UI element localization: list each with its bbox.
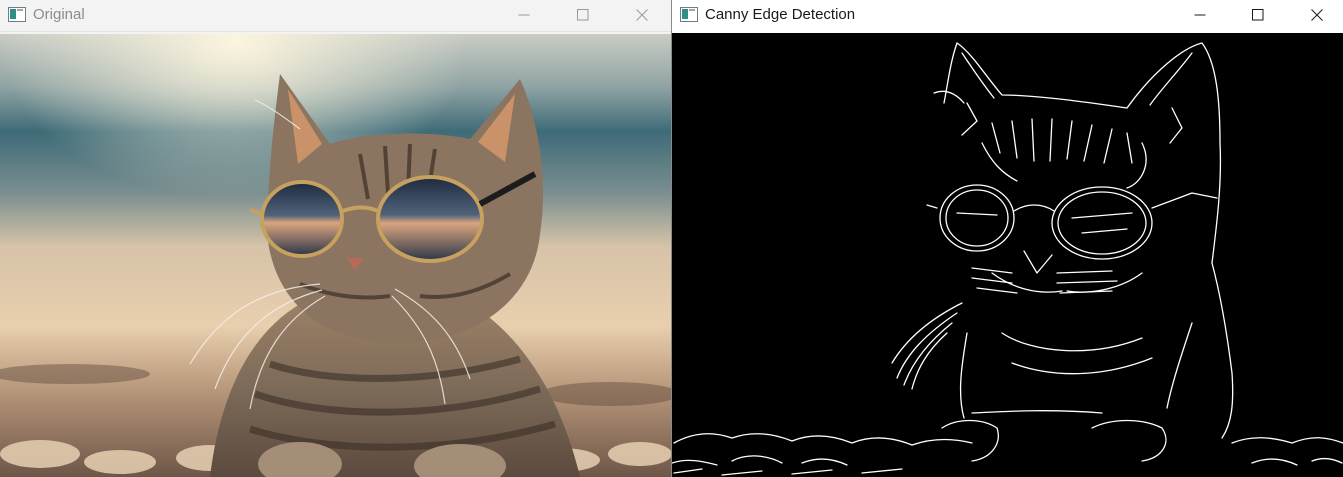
maximize-icon [1252, 9, 1264, 21]
canny-window: Canny Edge Detection [672, 0, 1343, 477]
maximize-icon [577, 9, 589, 21]
minimize-icon [1194, 14, 1206, 16]
minimize-button[interactable] [1177, 0, 1223, 30]
edge-map [672, 33, 1343, 477]
close-button[interactable] [619, 0, 665, 30]
canny-titlebar[interactable]: Canny Edge Detection [672, 0, 1343, 32]
window-title: Canny Edge Detection [705, 6, 856, 23]
minimize-button[interactable] [501, 0, 547, 30]
app-window-icon [8, 7, 26, 22]
edge-map-canvas [672, 33, 1343, 477]
close-icon [636, 9, 648, 21]
original-image-canvas [0, 34, 671, 477]
original-window: Original [0, 0, 671, 477]
maximize-button[interactable] [560, 0, 606, 30]
close-icon [1311, 9, 1323, 21]
cat-photo [0, 34, 671, 477]
window-title: Original [33, 6, 85, 23]
maximize-button[interactable] [1235, 0, 1281, 30]
minimize-icon [518, 14, 530, 16]
close-button[interactable] [1294, 0, 1340, 30]
app-window-icon [680, 7, 698, 22]
original-titlebar[interactable]: Original [0, 0, 671, 32]
